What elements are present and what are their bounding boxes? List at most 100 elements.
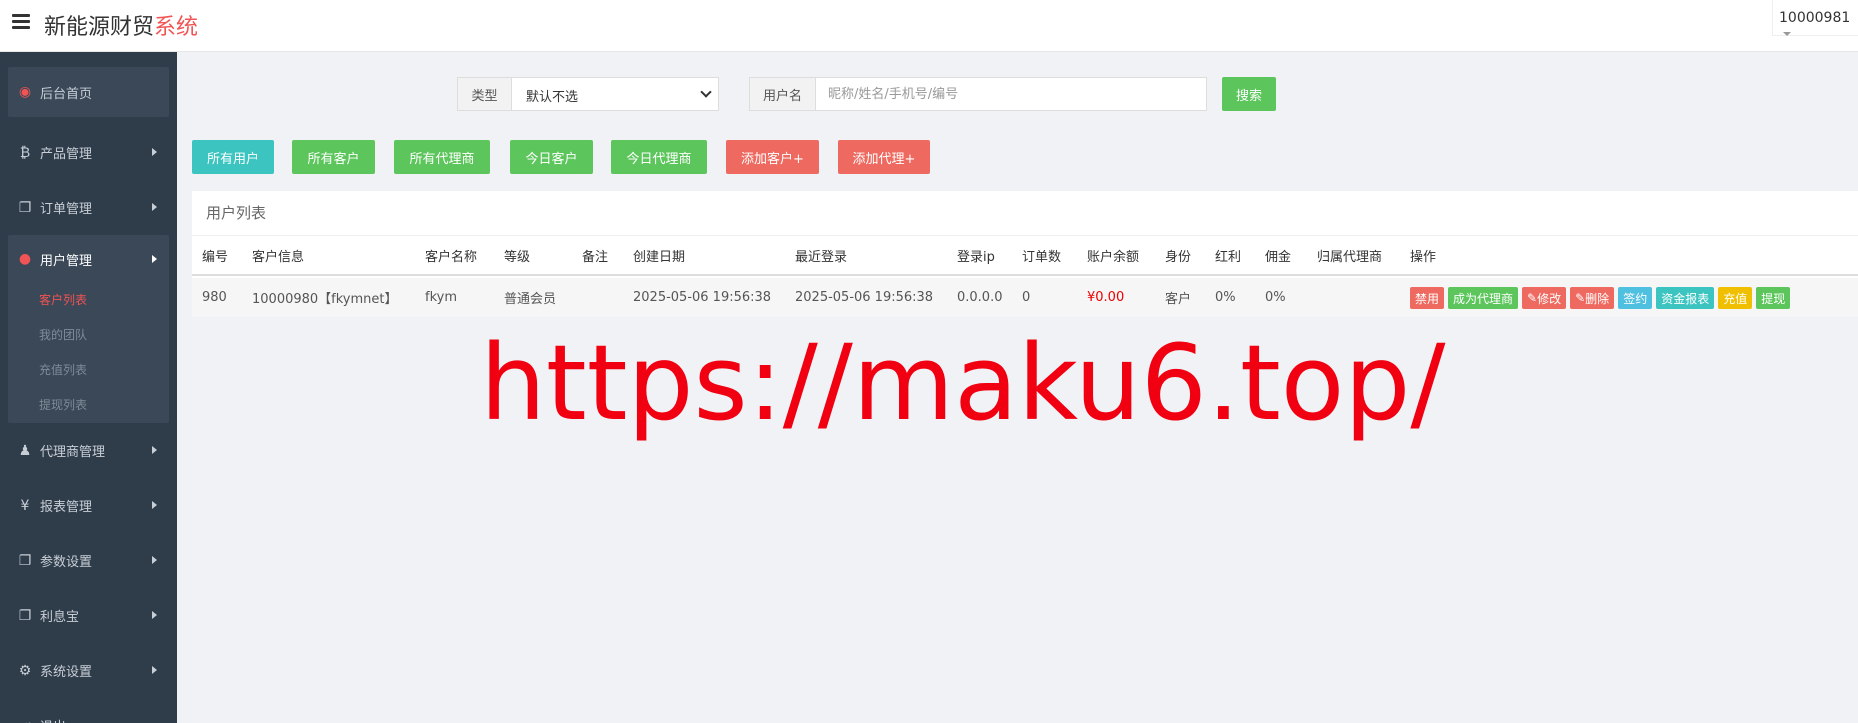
chevron-right-icon xyxy=(152,501,157,509)
caret-down-icon xyxy=(1783,32,1791,36)
user-icon: ● xyxy=(18,251,32,267)
sidebar-subitem-recharge[interactable]: 充值列表 xyxy=(8,353,169,388)
cell-level: 普通会员 xyxy=(504,292,557,307)
col-header: 归属代理商 xyxy=(1317,249,1383,265)
chevron-right-icon xyxy=(152,255,157,263)
cell-orders: 0 xyxy=(1022,290,1031,305)
col-header: 最近登录 xyxy=(795,249,848,265)
col-header: 佣金 xyxy=(1265,249,1292,265)
filter-today-customers-button[interactable]: 今日客户 xyxy=(510,140,593,174)
row-actions: 禁用 成为代理商 ✎ 修改 ✎ 删除 签约 资金报表 充值 提现 xyxy=(1410,287,1791,309)
filter-all-customers-button[interactable]: 所有客户 xyxy=(292,140,375,174)
sidebar-item-logout[interactable]: ⇥ 退出 xyxy=(0,698,177,723)
copy-icon: ❐ xyxy=(18,552,32,569)
sidebar-item-reports[interactable]: ¥ 报表管理 xyxy=(0,478,177,533)
cell-ip: 0.0.0.0 xyxy=(957,290,1003,305)
cell-commission: 0% xyxy=(1265,290,1286,305)
sidebar-item-label: 代理商管理 xyxy=(40,445,106,460)
col-header: 编号 xyxy=(202,249,229,265)
sidebar-item-label: 订单管理 xyxy=(40,202,93,217)
bitcoin-icon: ₿ xyxy=(19,145,31,161)
sidebar-item-system[interactable]: ⚙ 系统设置 xyxy=(0,643,177,698)
col-header: 操作 xyxy=(1410,249,1437,265)
dashboard-icon: ◉ xyxy=(18,84,32,100)
sidebar-subitem-customers[interactable]: 客户列表 xyxy=(8,283,169,318)
col-header: 红利 xyxy=(1215,249,1242,265)
sidebar: ◉ 后台首页 ₿ 产品管理 ❐ 订单管理 ● 用户管理 客户列表 我的团队 充值… xyxy=(0,52,177,723)
pencil-icon: ✎ xyxy=(1527,291,1538,305)
user-id: 10000981 xyxy=(1779,10,1851,26)
add-customer-button[interactable]: 添加客户+ xyxy=(726,140,819,174)
col-header: 客户信息 xyxy=(252,249,305,265)
search-button[interactable]: 搜索 xyxy=(1222,77,1276,111)
col-header: 客户名称 xyxy=(425,249,478,265)
withdraw-button[interactable]: 提现 xyxy=(1756,287,1791,309)
sidebar-subitem-withdraw[interactable]: 提现列表 xyxy=(8,388,169,423)
col-header: 身份 xyxy=(1165,249,1192,265)
sidebar-item-agents[interactable]: ♟ 代理商管理 xyxy=(0,423,177,478)
sidebar-group-users: ● 用户管理 客户列表 我的团队 充值列表 提现列表 xyxy=(8,235,169,423)
brand-main: 新能源财贸 xyxy=(44,15,155,40)
brand-title: 新能源财贸系统 xyxy=(44,9,198,41)
sidebar-item-label: 后台首页 xyxy=(40,86,93,102)
brand-accent: 系统 xyxy=(154,15,199,40)
cell-id: 980 xyxy=(202,290,227,305)
top-header: 新能源财贸系统 10000981 xyxy=(0,0,1858,52)
cell-role: 客户 xyxy=(1165,292,1192,307)
filter-all-users-button[interactable]: 所有用户 xyxy=(192,140,274,174)
type-select-value: 默认不选 xyxy=(526,90,579,105)
col-header: 账户余额 xyxy=(1087,249,1140,265)
gears-icon: ⚙ xyxy=(18,662,32,679)
table-row: 980 10000980【fkymnet】 fkym 普通会员 2025-05-… xyxy=(192,278,1858,317)
filter-today-agents-button[interactable]: 今日代理商 xyxy=(611,140,707,174)
sidebar-item-users[interactable]: ● 用户管理 xyxy=(8,235,169,283)
sidebar-item-label: 产品管理 xyxy=(40,147,93,162)
copy-icon: ❐ xyxy=(18,199,32,216)
user-menu[interactable]: 10000981 xyxy=(1772,0,1858,36)
cell-bonus: 0% xyxy=(1215,290,1236,305)
users-icon: ♟ xyxy=(18,442,32,459)
delete-button[interactable]: ✎ 删除 xyxy=(1570,287,1615,309)
filter-all-agents-button[interactable]: 所有代理商 xyxy=(394,140,490,174)
sidebar-item-orders[interactable]: ❐ 订单管理 xyxy=(0,180,177,235)
sidebar-item-label: 用户管理 xyxy=(40,253,93,269)
type-select[interactable]: 默认不选 xyxy=(512,78,718,110)
sidebar-item-interest[interactable]: ❐ 利息宝 xyxy=(0,588,177,643)
yen-icon: ¥ xyxy=(20,497,30,514)
edit-button[interactable]: ✎ 修改 xyxy=(1522,287,1567,309)
type-label: 类型 xyxy=(458,78,512,110)
chevron-right-icon xyxy=(152,148,157,156)
sidebar-item-products[interactable]: ₿ 产品管理 xyxy=(0,125,177,180)
chevron-down-icon xyxy=(700,86,712,98)
menu-toggle-icon[interactable] xyxy=(12,14,30,30)
sidebar-subitem-team[interactable]: 我的团队 xyxy=(8,318,169,353)
type-select-group: 类型 默认不选 xyxy=(457,77,719,111)
exit-icon: ⇥ xyxy=(16,718,34,723)
edit-label: 修改 xyxy=(1537,291,1562,306)
col-header: 备注 xyxy=(582,249,609,265)
watermark-url: https://maku6.top/ xyxy=(480,322,1446,444)
add-agent-button[interactable]: 添加代理+ xyxy=(838,140,930,174)
col-header: 订单数 xyxy=(1022,249,1062,265)
table-header: 编号 客户信息 客户名称 等级 备注 创建日期 最近登录 登录ip 订单数 账户… xyxy=(192,236,1858,276)
disable-button[interactable]: 禁用 xyxy=(1410,287,1445,309)
pencil-icon: ✎ xyxy=(1575,291,1586,305)
sign-button[interactable]: 签约 xyxy=(1618,287,1653,309)
cell-created: 2025-05-06 19:56:38 xyxy=(633,290,772,305)
sidebar-item-params[interactable]: ❐ 参数设置 xyxy=(0,533,177,588)
cell-last-login: 2025-05-06 19:56:38 xyxy=(795,290,934,305)
chevron-right-icon xyxy=(152,446,157,454)
delete-label: 删除 xyxy=(1585,291,1610,306)
make-agent-button[interactable]: 成为代理商 xyxy=(1448,287,1519,309)
search-input[interactable] xyxy=(816,78,1206,110)
sidebar-item-home[interactable]: ◉ 后台首页 xyxy=(8,67,169,117)
chevron-right-icon xyxy=(152,556,157,564)
fund-report-button[interactable]: 资金报表 xyxy=(1656,287,1715,309)
user-list-panel: 用户列表 编号 客户信息 客户名称 等级 备注 创建日期 最近登录 登录ip 订… xyxy=(192,191,1858,317)
copy-icon: ❐ xyxy=(18,607,32,624)
recharge-button[interactable]: 充值 xyxy=(1718,287,1753,309)
username-label: 用户名 xyxy=(750,78,816,110)
cell-balance: ¥0.00 xyxy=(1087,290,1125,305)
cell-info: 10000980【fkymnet】 xyxy=(252,292,398,307)
chevron-right-icon xyxy=(152,203,157,211)
